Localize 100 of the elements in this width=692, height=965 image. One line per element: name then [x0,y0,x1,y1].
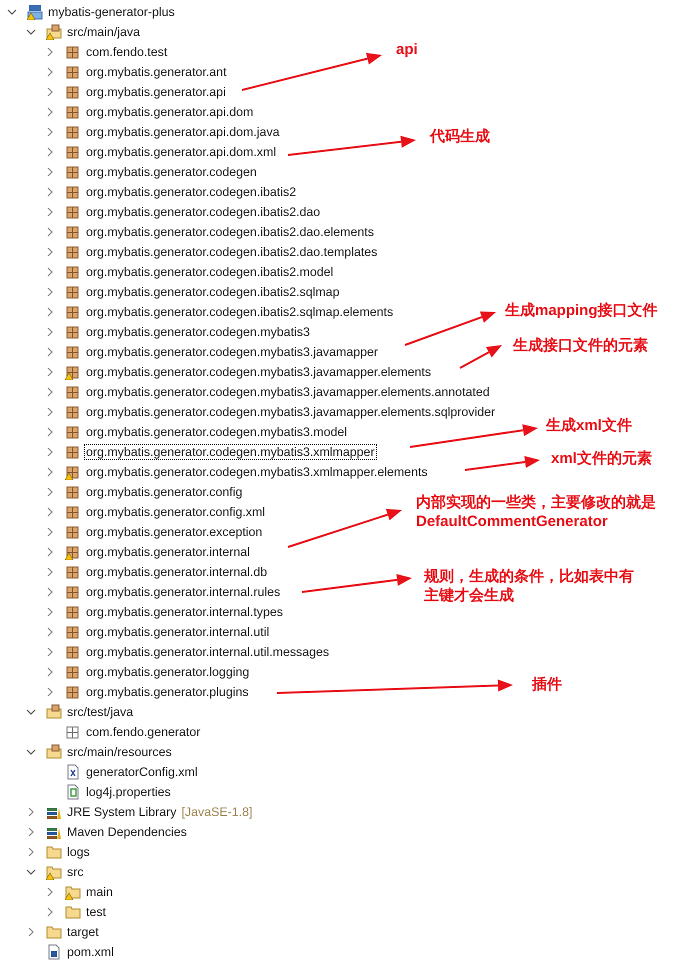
chevron-down-icon[interactable] [26,747,36,757]
chevron-down-icon[interactable] [26,867,36,877]
tree-item[interactable]: org.mybatis.generator.internal.util.messages [85,645,330,659]
chevron-right-icon[interactable] [45,547,55,557]
tree-item[interactable]: org.mybatis.generator.internal.types [85,605,284,619]
tree-item[interactable]: org.mybatis.generator.api [85,85,227,99]
tree-item[interactable]: org.mybatis.generator.api.dom.xml [85,145,278,159]
chevron-right-icon[interactable] [45,627,55,637]
chevron-right-icon[interactable] [45,647,55,657]
chevron-right-icon[interactable] [45,247,55,257]
tree-item[interactable]: generatorConfig.xml [85,765,199,779]
chevron-down-icon[interactable] [26,707,36,717]
tree-item[interactable]: org.mybatis.generator.api.dom [85,105,254,119]
chevron-right-icon[interactable] [45,467,55,477]
chevron-right-icon[interactable] [45,607,55,617]
chevron-right-icon[interactable] [45,307,55,317]
tree-item[interactable]: com.fendo.test [85,45,168,59]
tree-item[interactable]: org.mybatis.generator.codegen.ibatis2.sqlmap.elements [85,305,394,319]
tree-item[interactable]: org.mybatis.generator.internal.db [85,565,268,579]
tree-item[interactable]: org.mybatis.generator.codegen.mybatis3.javamapper.elements.annotated [85,385,491,399]
tree-item[interactable]: org.mybatis.generator.ant [85,65,228,79]
tree-item[interactable]: org.mybatis.generator.codegen.mybatis3.xmlmapper [85,445,376,459]
tree-item[interactable]: target [66,925,100,939]
chevron-right-icon[interactable] [45,67,55,77]
tree-item[interactable]: test [85,905,107,919]
tree-item[interactable]: org.mybatis.generator.internal [85,545,251,559]
tree-item[interactable]: org.mybatis.generator.codegen.mybatis3.xmlmapper.elements [85,465,429,479]
chevron-right-icon[interactable] [45,47,55,57]
tree-item[interactable]: org.mybatis.generator.config [85,485,244,499]
tree-item[interactable]: org.mybatis.generator.codegen.mybatis3 [85,325,311,339]
tree-item[interactable]: mybatis-generator-plus [47,5,176,19]
tree-item[interactable]: org.mybatis.generator.internal.rules [85,585,282,599]
annotation-text: xml文件的元素 [551,449,652,468]
chevron-right-icon[interactable] [45,107,55,117]
chevron-right-icon[interactable] [45,227,55,237]
chevron-right-icon[interactable] [45,687,55,697]
annotation-text: 生成接口文件的元素 [513,336,648,355]
tree-item[interactable]: org.mybatis.generator.internal.util [85,625,270,639]
tree-item[interactable]: org.mybatis.generator.logging [85,665,250,679]
tree-item[interactable]: org.mybatis.generator.codegen.ibatis2.model [85,265,334,279]
chevron-right-icon[interactable] [26,927,36,937]
annotation-text: 插件 [532,675,562,694]
annotation-text: 内部实现的一些类，主要修改的就是 DefaultCommentGenerator [416,493,656,531]
tree-item[interactable]: org.mybatis.generator.codegen.mybatis3.javamapper.elements [85,365,432,379]
chevron-right-icon[interactable] [45,147,55,157]
tree-item[interactable]: org.mybatis.generator.codegen.ibatis2.dao.templates [85,245,378,259]
chevron-right-icon[interactable] [45,447,55,457]
chevron-right-icon[interactable] [45,127,55,137]
tree-item[interactable]: org.mybatis.generator.codegen.ibatis2.sqlmap [85,285,340,299]
annotation-text: 生成xml文件 [546,416,632,435]
tree-item[interactable]: org.mybatis.generator.api.dom.java [85,125,281,139]
tree-item[interactable]: Maven Dependencies [66,825,188,839]
chevron-right-icon[interactable] [45,167,55,177]
chevron-right-icon[interactable] [45,287,55,297]
chevron-right-icon[interactable] [45,87,55,97]
chevron-right-icon[interactable] [45,207,55,217]
tree-item[interactable]: org.mybatis.generator.codegen.mybatis3.javamapper.elements.sqlprovider [85,405,496,419]
tree-item[interactable]: logs [66,845,91,859]
annotation-text: 代码生成 [430,127,490,146]
tree-item[interactable]: main [85,885,114,899]
tree-item[interactable]: src/test/java [66,705,134,719]
chevron-right-icon[interactable] [45,187,55,197]
chevron-right-icon[interactable] [45,567,55,577]
chevron-right-icon[interactable] [45,487,55,497]
chevron-right-icon[interactable] [45,527,55,537]
chevron-right-icon[interactable] [45,387,55,397]
chevron-right-icon[interactable] [26,807,36,817]
chevron-right-icon[interactable] [26,847,36,857]
tree-item[interactable]: org.mybatis.generator.plugins [85,685,250,699]
tree-item[interactable]: com.fendo.generator [85,725,202,739]
chevron-right-icon[interactable] [45,587,55,597]
tree-item[interactable]: JRE System Library [66,805,178,819]
tree-item[interactable]: org.mybatis.generator.codegen [85,165,258,179]
tree-item[interactable]: org.mybatis.generator.codegen.ibatis2.dao [85,205,322,219]
chevron-right-icon[interactable] [45,427,55,437]
chevron-down-icon[interactable] [7,7,17,17]
chevron-down-icon[interactable] [26,27,36,37]
tree-item[interactable]: org.mybatis.generator.config.xml [85,505,266,519]
tree-item[interactable]: org.mybatis.generator.codegen.mybatis3.model [85,425,348,439]
annotation-text: 生成mapping接口文件 [505,301,658,320]
tree-item[interactable]: org.mybatis.generator.codegen.mybatis3.javamapper [85,345,380,359]
tree-item[interactable]: src [66,865,85,879]
chevron-right-icon[interactable] [45,347,55,357]
tree-item[interactable]: org.mybatis.generator.codegen.ibatis2 [85,185,298,199]
tree-item[interactable]: src/main/resources [66,745,173,759]
tree-item[interactable]: pom.xml [66,945,115,959]
chevron-right-icon[interactable] [45,507,55,517]
chevron-right-icon[interactable] [45,907,55,917]
chevron-right-icon[interactable] [45,887,55,897]
tree-item[interactable]: src/main/java [66,25,141,39]
chevron-right-icon[interactable] [45,407,55,417]
chevron-right-icon[interactable] [45,267,55,277]
tree-item[interactable]: log4j.properties [85,785,172,799]
tree-item[interactable]: org.mybatis.generator.exception [85,525,264,539]
chevron-right-icon[interactable] [26,827,36,837]
chevron-right-icon[interactable] [45,667,55,677]
chevron-right-icon[interactable] [45,367,55,377]
chevron-right-icon[interactable] [45,327,55,337]
tree-item[interactable]: org.mybatis.generator.codegen.ibatis2.dao.elements [85,225,375,239]
annotation-text: api [396,40,418,59]
